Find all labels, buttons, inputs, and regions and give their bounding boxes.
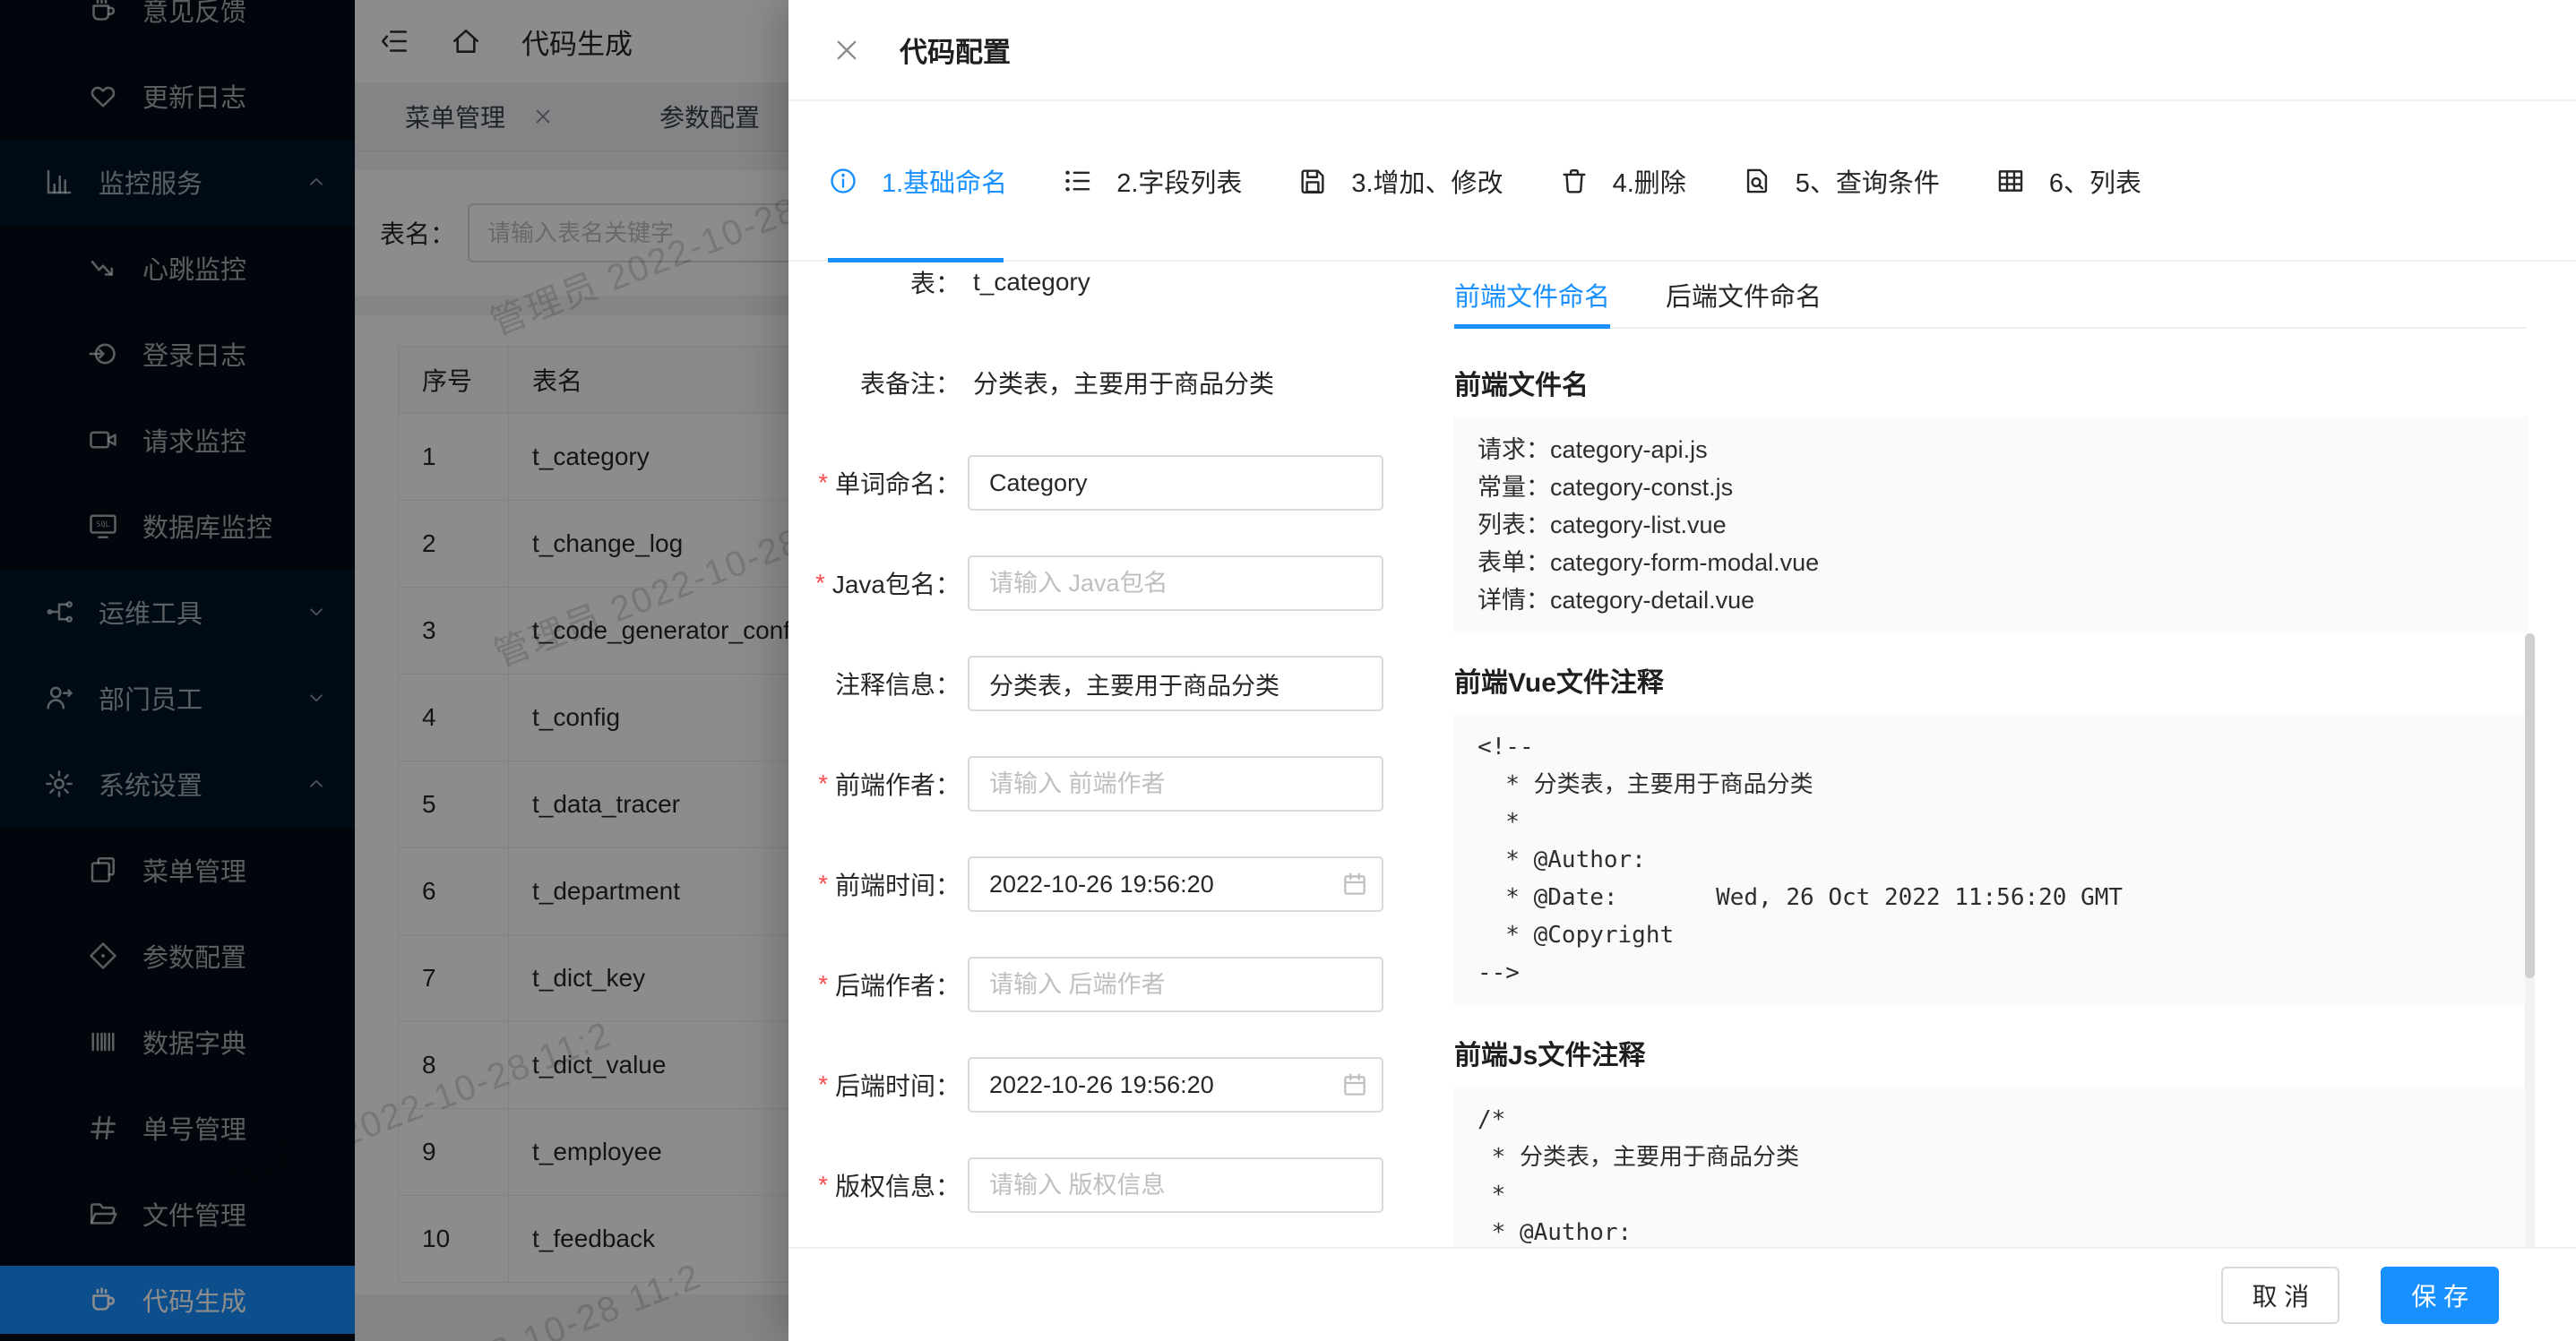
- line: -->: [1478, 954, 2504, 992]
- section-heading: 前端文件名: [1454, 363, 2528, 402]
- field-label: 表：: [788, 264, 961, 300]
- trash-icon: [1559, 166, 1590, 196]
- form-field: *版权信息：: [788, 1135, 1434, 1235]
- form-field: *单词命名：: [788, 433, 1434, 533]
- config-tab-4.删除[interactable]: 4.删除: [1559, 162, 1686, 200]
- field-label: *前端时间：: [788, 866, 961, 902]
- preview-tab-前端文件命名[interactable]: 前端文件命名: [1454, 262, 1610, 327]
- file-name-list: 请求：category-api.js常量：category-const.js列表…: [1454, 417, 2528, 633]
- field-label: *后端时间：: [788, 1067, 961, 1103]
- field-label: *单词命名：: [788, 465, 961, 501]
- close-icon[interactable]: [831, 35, 862, 65]
- cancel-button[interactable]: 取 消: [2221, 1267, 2339, 1324]
- config-tab-label: 2.字段列表: [1116, 162, 1242, 200]
- section-heading: 前端Js文件注释: [1454, 1033, 2528, 1072]
- config-tab-label: 3.增加、修改: [1351, 162, 1503, 200]
- table-icon: [1995, 166, 2026, 196]
- line: * 分类表，主要用于商品分类: [1478, 1139, 2504, 1176]
- screen: 意见反馈更新日志监控服务心跳监控登录日志请求监控SQL数据库监控运维工具部门员工…: [0, 0, 2576, 1341]
- config-tab-3.增加、修改[interactable]: 3.增加、修改: [1297, 162, 1503, 200]
- input-后端作者：[interactable]: [968, 957, 1383, 1012]
- config-tab-6、列表[interactable]: 6、列表: [1995, 162, 2141, 200]
- required-mark: *: [818, 468, 828, 497]
- required-mark: *: [818, 1070, 828, 1099]
- code-block: <!-- * 分类表，主要用于商品分类 * * @Author: * @Date…: [1454, 714, 2528, 1006]
- config-tab-2.字段列表[interactable]: 2.字段列表: [1063, 162, 1242, 200]
- file-search-icon: [1742, 166, 1772, 196]
- code-block: /* * 分类表，主要用于商品分类 * * @Author:: [1454, 1087, 2528, 1247]
- field-label: *Java包名：: [788, 565, 961, 601]
- preview-tabs: 前端文件命名后端文件命名: [1454, 262, 2528, 329]
- config-tab-label: 4.删除: [1613, 162, 1686, 200]
- calendar-icon[interactable]: [1340, 1070, 1369, 1099]
- info-circle-icon: [828, 166, 858, 196]
- field-label: 表备注：: [788, 365, 961, 400]
- modal-overlay[interactable]: [0, 0, 788, 1341]
- line: *: [1478, 804, 2504, 841]
- required-mark: *: [818, 970, 828, 999]
- form-field: *前端作者：: [788, 734, 1434, 834]
- static-field: 表备注： 分类表，主要用于商品分类: [788, 332, 1434, 433]
- field-label: *后端作者：: [788, 967, 961, 1002]
- line: * @Author:: [1478, 1214, 2504, 1247]
- line: <!--: [1478, 728, 2504, 766]
- form-field: *Java包名：: [788, 533, 1434, 633]
- input-Java包名：[interactable]: [968, 555, 1383, 611]
- line: 详情：category-detail.vue: [1478, 581, 2504, 619]
- input-注释信息：[interactable]: [968, 656, 1383, 711]
- field-label: *前端作者：: [788, 766, 961, 802]
- field-label: 注释信息：: [788, 666, 961, 701]
- input-前端作者：[interactable]: [968, 756, 1383, 812]
- drawer-title: 代码配置: [900, 30, 1011, 70]
- naming-form: 表： t_category 表备注： 分类表，主要用于商品分类 *单词命名： *Java包…: [788, 262, 1434, 1235]
- field-label: *版权信息：: [788, 1167, 961, 1203]
- drawer-footer: 取 消 保 存: [788, 1247, 2576, 1341]
- line: * @Date: Wed, 26 Oct 2022 11:56:20 GMT: [1478, 879, 2504, 916]
- line: 列表：category-list.vue: [1478, 506, 2504, 544]
- date-picker-前端时间：[interactable]: [968, 856, 1383, 912]
- form-field: 注释信息：: [788, 633, 1434, 734]
- config-tab-label: 5、查询条件: [1796, 162, 1940, 200]
- line: /*: [1478, 1101, 2504, 1139]
- config-tab-5、查询条件[interactable]: 5、查询条件: [1742, 162, 1940, 200]
- config-step-tabs: 1.基础命名 2.字段列表 3.增加、修改 4.删除 5、查询条件 6、列表: [788, 101, 2576, 262]
- required-mark: *: [815, 569, 825, 597]
- drawer-body: 表： t_category 表备注： 分类表，主要用于商品分类 *单词命名： *Java包…: [788, 262, 2576, 1247]
- static-field: 表： t_category: [788, 262, 1434, 332]
- form-field: *后端作者：: [788, 934, 1434, 1035]
- save-button[interactable]: 保 存: [2381, 1267, 2499, 1324]
- config-tab-label: 6、列表: [2049, 162, 2141, 200]
- scrollbar-track[interactable]: [2525, 633, 2535, 1247]
- code-config-drawer: 代码配置 1.基础命名 2.字段列表 3.增加、修改 4.删除 5、查询条件 6、列表 表…: [788, 0, 2576, 1341]
- file-naming-preview: 前端文件命名后端文件命名 前端文件名请求：category-api.js常量：c…: [1454, 262, 2528, 1247]
- line: 表单：category-form-modal.vue: [1478, 544, 2504, 581]
- form-field: *前端时间：: [788, 834, 1434, 934]
- date-picker-后端时间：[interactable]: [968, 1057, 1383, 1113]
- preview-tab-后端文件命名[interactable]: 后端文件命名: [1666, 262, 1822, 327]
- field-value: t_category: [973, 268, 1090, 297]
- scrollbar-thumb[interactable]: [2525, 633, 2535, 978]
- input-单词命名：[interactable]: [968, 455, 1383, 511]
- input-版权信息：[interactable]: [968, 1157, 1383, 1213]
- required-mark: *: [818, 1171, 828, 1199]
- required-mark: *: [818, 870, 828, 898]
- form-field: *后端时间：: [788, 1035, 1434, 1135]
- config-tab-label: 1.基础命名: [882, 162, 1007, 200]
- line: *: [1478, 1176, 2504, 1214]
- line: 请求：category-api.js: [1478, 431, 2504, 468]
- drawer-header: 代码配置: [788, 0, 2576, 101]
- section-heading: 前端Vue文件注释: [1454, 660, 2528, 700]
- required-mark: *: [818, 769, 828, 798]
- calendar-icon[interactable]: [1340, 870, 1369, 898]
- save-icon: [1297, 166, 1328, 196]
- line: * @Author:: [1478, 841, 2504, 879]
- config-tab-1.基础命名[interactable]: 1.基础命名: [828, 162, 1007, 200]
- line: 常量：category-const.js: [1478, 468, 2504, 506]
- field-value: 分类表，主要用于商品分类: [973, 365, 1274, 400]
- line: * @Copyright: [1478, 916, 2504, 954]
- line: * 分类表，主要用于商品分类: [1478, 766, 2504, 804]
- list-icon: [1063, 166, 1093, 196]
